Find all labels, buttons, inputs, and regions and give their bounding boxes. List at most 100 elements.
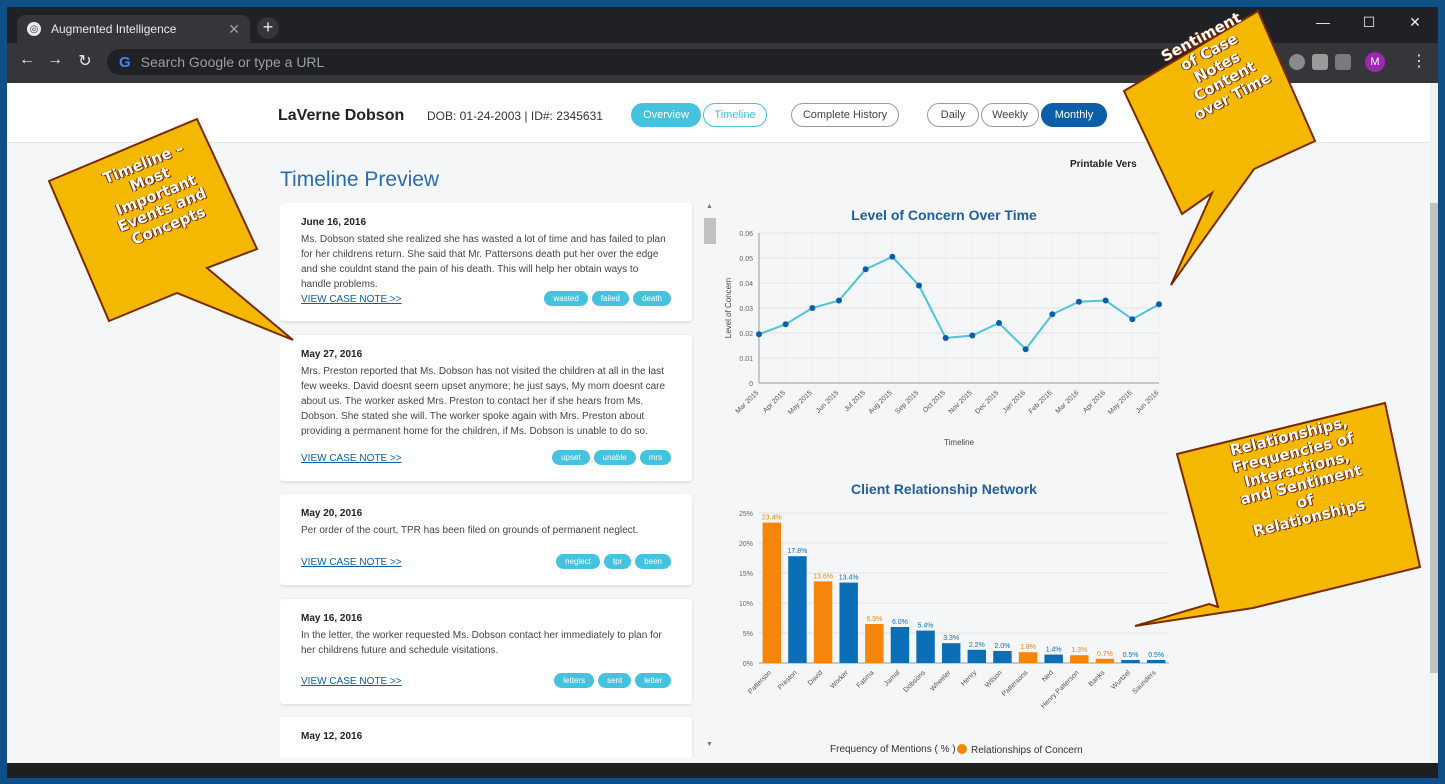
note-tags: letters sent letter [554,673,671,688]
case-note-card: May 16, 2016 In the letter, the worker r… [280,599,692,704]
x-tick-label: Oct 2015 [922,389,947,414]
x-tick-label: Jun 2015 [815,389,840,414]
legend-concern: Relationships of Concern [957,744,1083,756]
x-tick-label: Preston [777,669,799,691]
relationship-bar [788,556,807,663]
view-case-note-link[interactable]: VIEW CASE NOTE >> [301,294,402,305]
bar-value-label: 0.5% [1123,652,1139,659]
note-date: May 27, 2016 [301,349,363,360]
note-text: Ms. Dobson stated she realized she has w… [301,234,666,290]
x-tick-label: May 2016 [1107,389,1134,416]
concern-series-line [758,255,1160,351]
bar-value-label: 13.4% [839,575,859,582]
extension-puzzle-icon[interactable] [1335,54,1351,70]
close-window-button[interactable]: ✕ [1392,7,1438,37]
case-note-card: May 27, 2016 Mrs. Preston reported that … [280,335,692,481]
close-tab-icon[interactable]: ✕ [228,21,240,38]
note-tag[interactable]: unable [593,450,636,465]
case-note-card: May 20, 2016 Per order of the court, TPR… [280,494,692,585]
address-placeholder: Search Google or type a URL [140,54,325,70]
tab-timeline[interactable]: Timeline [703,103,767,127]
bar-value-label: 1.3% [1071,647,1087,654]
forward-icon[interactable]: → [43,51,67,69]
y-tick-label: 0 [749,381,753,388]
bar-value-label: 1.4% [1046,647,1062,654]
complete-history-button[interactable]: Complete History [791,103,899,127]
note-tag[interactable]: letters [554,673,595,688]
x-tick-label: Henry [960,669,979,688]
concern-data-point [1076,298,1082,305]
note-text: Per order of the court, TPR has been fil… [301,525,639,536]
y-tick-label: 0.01 [739,356,753,363]
network-chart-title: Client Relationship Network [851,481,1037,497]
printable-version-link[interactable]: Printable Vers [1070,159,1137,170]
page-scroll-thumb[interactable] [1430,203,1438,673]
profile-avatar[interactable]: M [1365,52,1385,72]
note-tag[interactable]: upset [552,450,590,465]
address-bar[interactable]: G Search Google or type a URL [107,49,1257,75]
tab-overview[interactable]: Overview [631,103,701,127]
note-tags: wasted failed death [544,291,671,306]
x-tick-label: Sep 2015 [894,389,920,415]
relationship-bar [993,651,1012,663]
reload-icon[interactable]: ↻ [73,51,97,71]
new-tab-button[interactable]: + [257,17,279,39]
x-tick-label: Dec 2015 [974,389,1000,415]
concern-data-point [836,297,842,304]
timeline-notes-list: June 16, 2016 Ms. Dobson stated she real… [280,203,700,758]
x-tick-label: May 2015 [787,389,814,416]
concern-data-point [862,266,869,273]
x-tick-label: Jan 2016 [1002,389,1027,414]
concern-data-point [809,305,816,311]
note-tag[interactable]: death [632,291,671,306]
scroll-up-icon[interactable]: ▲ [706,203,713,210]
x-tick-label: Pattersons [1001,669,1030,698]
bar-value-label: 5.4% [918,623,934,630]
x-tick-label: Wilson [984,669,1004,689]
note-tag[interactable]: tpr [603,554,632,569]
network-bar-chart: 0% 5% 10% 15% 20% 25% 23.4% Patterson 17.8% Prest… [739,511,1169,710]
y-tick-label: 0.04 [739,281,753,288]
y-tick-label: 15% [739,571,753,578]
x-tick-label: Mar 2015 [735,389,761,415]
relationship-bar [1095,658,1115,663]
concern-chart-title: Level of Concern Over Time [851,207,1037,223]
bar-value-label: 17.8% [788,548,808,555]
note-tag[interactable]: failed [591,291,629,306]
bar-value-label: 0.7% [1097,651,1113,658]
range-monthly[interactable]: Monthly [1041,103,1107,127]
y-tick-label: 25% [739,511,753,518]
view-case-note-link[interactable]: VIEW CASE NOTE >> [301,557,402,568]
note-tag[interactable]: letter [635,673,671,688]
scroll-down-icon[interactable]: ▼ [706,741,713,748]
menu-icon[interactable]: ⋮ [1407,51,1431,71]
notes-scrollbar[interactable]: ▲ ▼ [704,203,716,753]
note-tag[interactable]: been [635,554,671,569]
x-tick-label: David [807,669,825,687]
concern-data-point [1129,316,1136,323]
maximize-button[interactable]: ☐ [1346,7,1392,37]
notes-scroll-thumb[interactable] [704,218,716,244]
note-tag[interactable]: neglect [556,554,600,569]
note-tag[interactable]: mrs [639,450,671,465]
browser-tab[interactable]: ◎ Augmented Intelligence ✕ [17,15,250,43]
client-dob: DOB: 01-24-2003 [427,109,522,123]
minimize-button[interactable]: — [1300,7,1346,37]
view-case-note-link[interactable]: VIEW CASE NOTE >> [301,453,402,464]
x-tick-label: Wheeler [929,669,953,693]
concern-data-point [782,321,789,328]
concern-data-point [969,332,976,339]
concern-data-point [916,282,922,289]
case-note-card: June 16, 2016 Ms. Dobson stated she real… [280,203,692,321]
relationship-bar [967,649,987,663]
range-weekly[interactable]: Weekly [981,103,1039,127]
note-tag[interactable]: sent [598,673,632,688]
range-daily[interactable]: Daily [927,103,979,127]
y-tick-label: 0.03 [739,306,753,313]
view-case-note-link[interactable]: VIEW CASE NOTE >> [301,676,402,687]
page-scrollbar[interactable] [1430,83,1438,778]
note-tag[interactable]: wasted [544,291,588,306]
back-icon[interactable]: ← [15,51,39,69]
cast-icon[interactable] [1312,54,1328,70]
tab-title: Augmented Intelligence [51,22,177,36]
